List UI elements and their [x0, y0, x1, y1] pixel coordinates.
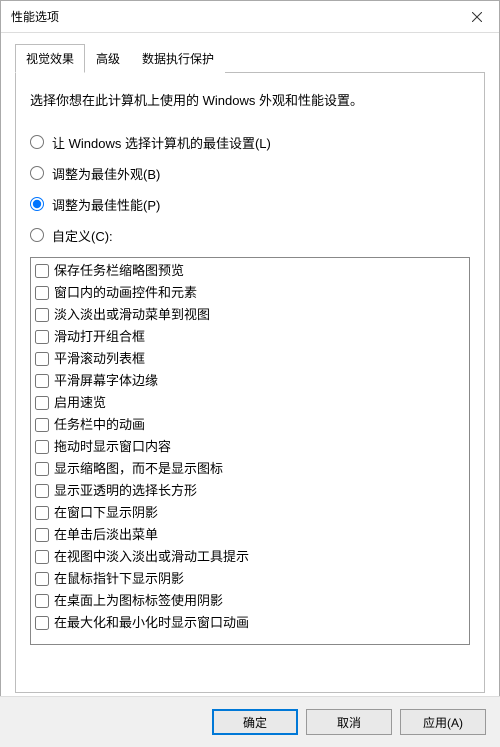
- checkbox-input[interactable]: [35, 352, 49, 366]
- tab-advanced[interactable]: 高级: [85, 44, 131, 73]
- checkbox-input[interactable]: [35, 396, 49, 410]
- radio-input[interactable]: [30, 197, 44, 211]
- tab-label: 数据执行保护: [142, 52, 214, 66]
- tab-dep[interactable]: 数据执行保护: [131, 44, 225, 73]
- checkbox-item[interactable]: 保存任务栏缩略图预览: [35, 260, 465, 282]
- button-label: 应用(A): [423, 716, 463, 730]
- checkbox-input[interactable]: [35, 308, 49, 322]
- checkbox-input[interactable]: [35, 462, 49, 476]
- checkbox-label: 在窗口下显示阴影: [54, 503, 158, 523]
- button-label: 确定: [243, 716, 267, 730]
- close-button[interactable]: [454, 1, 499, 33]
- tab-label: 视觉效果: [26, 52, 74, 66]
- checkbox-input[interactable]: [35, 440, 49, 454]
- checkbox-item[interactable]: 在单击后淡出菜单: [35, 524, 465, 546]
- checkbox-input[interactable]: [35, 594, 49, 608]
- checkbox-label: 显示亚透明的选择长方形: [54, 481, 197, 501]
- checkbox-input[interactable]: [35, 616, 49, 630]
- checkbox-item[interactable]: 在视图中淡入淡出或滑动工具提示: [35, 546, 465, 568]
- tab-strip: 视觉效果 高级 数据执行保护: [15, 43, 485, 73]
- cancel-button[interactable]: 取消: [306, 709, 392, 735]
- checkbox-label: 平滑滚动列表框: [54, 349, 145, 369]
- checkbox-label: 在视图中淡入淡出或滑动工具提示: [54, 547, 249, 567]
- tab-label: 高级: [96, 52, 120, 66]
- checkbox-list[interactable]: 保存任务栏缩略图预览窗口内的动画控件和元素淡入淡出或滑动菜单到视图滑动打开组合框…: [30, 257, 470, 645]
- checkbox-item[interactable]: 显示亚透明的选择长方形: [35, 480, 465, 502]
- checkbox-input[interactable]: [35, 264, 49, 278]
- radio-input[interactable]: [30, 135, 44, 149]
- checkbox-label: 在单击后淡出菜单: [54, 525, 158, 545]
- checkbox-input[interactable]: [35, 550, 49, 564]
- radio-let-windows-choose[interactable]: 让 Windows 选择计算机的最佳设置(L): [30, 133, 470, 152]
- checkbox-label: 窗口内的动画控件和元素: [54, 283, 197, 303]
- checkbox-item[interactable]: 在鼠标指针下显示阴影: [35, 568, 465, 590]
- checkbox-label: 拖动时显示窗口内容: [54, 437, 171, 457]
- checkbox-input[interactable]: [35, 572, 49, 586]
- checkbox-item[interactable]: 拖动时显示窗口内容: [35, 436, 465, 458]
- radio-label: 调整为最佳外观(B): [52, 164, 160, 183]
- checkbox-label: 任务栏中的动画: [54, 415, 145, 435]
- checkbox-item[interactable]: 显示缩略图，而不是显示图标: [35, 458, 465, 480]
- dialog-footer: 确定 取消 应用(A): [0, 696, 500, 747]
- radio-label: 自定义(C):: [52, 226, 113, 245]
- checkbox-label: 在最大化和最小化时显示窗口动画: [54, 613, 249, 633]
- checkbox-item[interactable]: 淡入淡出或滑动菜单到视图: [35, 304, 465, 326]
- tab-panel: 选择你想在此计算机上使用的 Windows 外观和性能设置。 让 Windows…: [15, 73, 485, 693]
- checkbox-item[interactable]: 在最大化和最小化时显示窗口动画: [35, 612, 465, 634]
- checkbox-label: 保存任务栏缩略图预览: [54, 261, 184, 281]
- radio-best-appearance[interactable]: 调整为最佳外观(B): [30, 164, 470, 183]
- checkbox-item[interactable]: 平滑滚动列表框: [35, 348, 465, 370]
- checkbox-input[interactable]: [35, 418, 49, 432]
- tab-visual-effects[interactable]: 视觉效果: [15, 44, 85, 73]
- ok-button[interactable]: 确定: [212, 709, 298, 735]
- checkbox-item[interactable]: 平滑屏幕字体边缘: [35, 370, 465, 392]
- checkbox-label: 在鼠标指针下显示阴影: [54, 569, 184, 589]
- radio-group: 让 Windows 选择计算机的最佳设置(L) 调整为最佳外观(B) 调整为最佳…: [30, 133, 470, 245]
- checkbox-input[interactable]: [35, 484, 49, 498]
- checkbox-label: 淡入淡出或滑动菜单到视图: [54, 305, 210, 325]
- checkbox-item[interactable]: 窗口内的动画控件和元素: [35, 282, 465, 304]
- titlebar: 性能选项: [1, 1, 499, 33]
- radio-input[interactable]: [30, 166, 44, 180]
- checkbox-input[interactable]: [35, 506, 49, 520]
- checkbox-label: 在桌面上为图标标签使用阴影: [54, 591, 223, 611]
- checkbox-input[interactable]: [35, 330, 49, 344]
- checkbox-label: 滑动打开组合框: [54, 327, 145, 347]
- apply-button[interactable]: 应用(A): [400, 709, 486, 735]
- radio-best-performance[interactable]: 调整为最佳性能(P): [30, 195, 470, 214]
- button-label: 取消: [337, 716, 361, 730]
- checkbox-label: 平滑屏幕字体边缘: [54, 371, 158, 391]
- content-area: 视觉效果 高级 数据执行保护 选择你想在此计算机上使用的 Windows 外观和…: [1, 33, 499, 693]
- panel-description: 选择你想在此计算机上使用的 Windows 外观和性能设置。: [30, 91, 470, 111]
- checkbox-label: 启用速览: [54, 393, 106, 413]
- checkbox-input[interactable]: [35, 374, 49, 388]
- radio-input[interactable]: [30, 228, 44, 242]
- checkbox-input[interactable]: [35, 286, 49, 300]
- radio-custom[interactable]: 自定义(C):: [30, 226, 470, 245]
- close-icon: [472, 12, 482, 22]
- checkbox-item[interactable]: 在桌面上为图标标签使用阴影: [35, 590, 465, 612]
- checkbox-label: 显示缩略图，而不是显示图标: [54, 459, 223, 479]
- radio-label: 调整为最佳性能(P): [52, 195, 160, 214]
- checkbox-item[interactable]: 滑动打开组合框: [35, 326, 465, 348]
- checkbox-input[interactable]: [35, 528, 49, 542]
- checkbox-item[interactable]: 在窗口下显示阴影: [35, 502, 465, 524]
- radio-label: 让 Windows 选择计算机的最佳设置(L): [52, 133, 271, 152]
- checkbox-item[interactable]: 任务栏中的动画: [35, 414, 465, 436]
- window-title: 性能选项: [11, 8, 59, 25]
- checkbox-item[interactable]: 启用速览: [35, 392, 465, 414]
